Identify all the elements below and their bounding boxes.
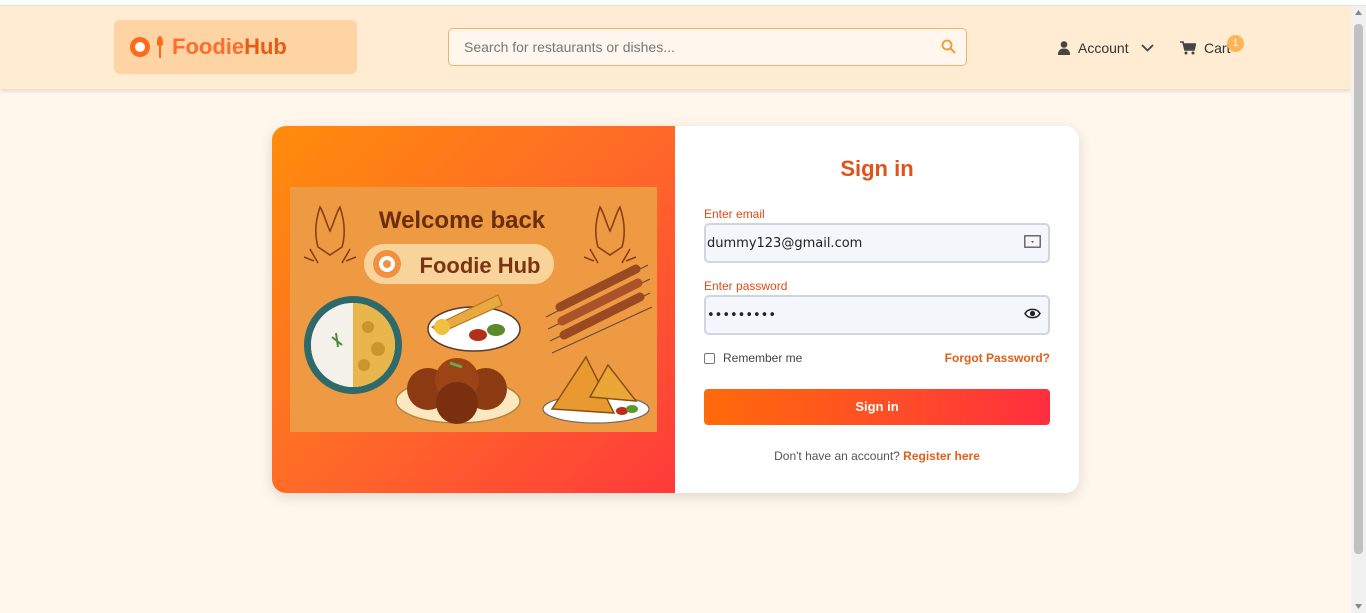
register-prompt-text: Don't have an account? [774, 449, 900, 463]
signin-button[interactable]: Sign in [704, 389, 1050, 425]
rice-curry-bowl-icon [304, 296, 402, 394]
remember-checkbox[interactable] [704, 352, 715, 364]
utensil-icon [157, 36, 163, 58]
password-label: Enter password [704, 279, 788, 293]
search-icon[interactable] [941, 39, 956, 54]
password-field[interactable] [706, 297, 1048, 333]
account-menu[interactable]: Account [1058, 40, 1154, 56]
autofill-card-icon[interactable] [1024, 235, 1041, 248]
dosa-plate-icon [427, 294, 521, 352]
gulab-jamun-plate-icon [395, 358, 521, 424]
cart-count-badge: 1 [1227, 35, 1244, 52]
email-field[interactable] [706, 225, 1048, 261]
promo-brand: Foodie Hub [420, 253, 541, 278]
plate-icon [130, 37, 150, 57]
kebab-skewers-icon [545, 264, 653, 354]
samosa-plate-icon [542, 355, 650, 424]
namaste-hands-icon [303, 205, 357, 264]
logo-text: FoodieHub [172, 34, 287, 59]
scroll-down-icon[interactable] [1355, 604, 1362, 609]
password-field-wrapper [704, 295, 1050, 335]
search-bar [448, 28, 967, 66]
signin-form: Sign in Enter email Enter password Remem… [675, 126, 1079, 493]
food-illustration: Welcome back Foodie Hub [303, 205, 653, 424]
site-header: FoodieHub Account Cart 1 [0, 6, 1351, 89]
search-input[interactable] [449, 29, 966, 65]
promo-headline: Welcome back [379, 207, 546, 234]
email-field-wrapper [704, 223, 1050, 263]
chevron-down-icon[interactable] [1140, 44, 1154, 52]
cart-link[interactable]: Cart [1180, 40, 1230, 56]
user-icon [1058, 41, 1070, 55]
login-card: Welcome back Foodie Hub Sign in Enter em… [272, 126, 1079, 493]
account-label: Account [1078, 40, 1129, 56]
register-prompt: Don't have an account? Register here [675, 449, 1079, 463]
cart-icon [1180, 41, 1196, 55]
page-title: Sign in [840, 156, 914, 181]
forgot-password-link[interactable]: Forgot Password? [945, 351, 1050, 365]
eye-icon[interactable] [1024, 307, 1041, 320]
logo[interactable]: FoodieHub [114, 20, 357, 74]
scroll-thumb[interactable] [1354, 24, 1363, 554]
email-label: Enter email [704, 207, 765, 221]
promo-panel: Welcome back Foodie Hub [272, 126, 675, 493]
welcome-banner: Welcome back Foodie Hub [290, 187, 657, 432]
remember-label: Remember me [723, 351, 803, 365]
register-link[interactable]: Register here [903, 449, 980, 463]
scroll-up-icon[interactable] [1355, 10, 1362, 15]
page-scrollbar[interactable] [1351, 6, 1366, 613]
remember-me[interactable]: Remember me [704, 351, 802, 365]
namaste-hands-icon [583, 205, 637, 264]
